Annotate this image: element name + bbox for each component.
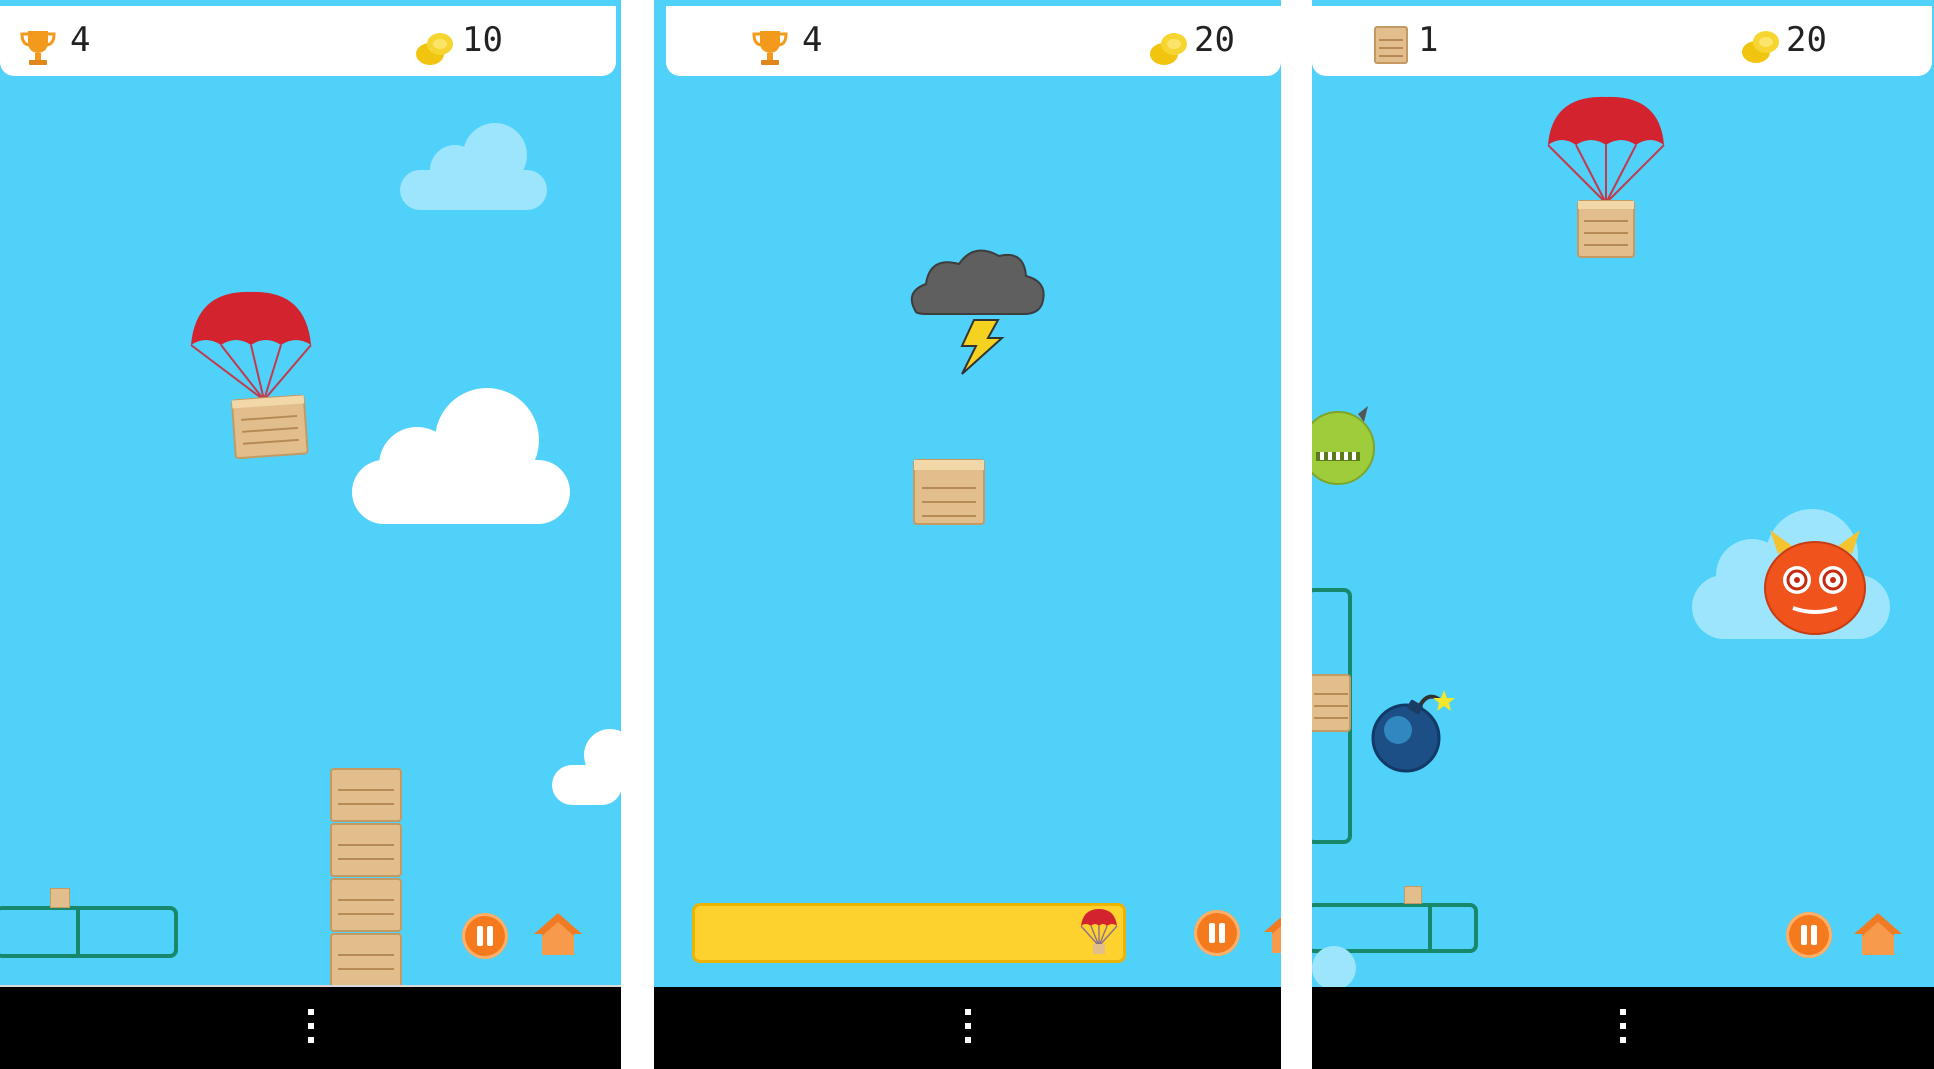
pause-button[interactable] [1194, 910, 1240, 956]
menu-icon[interactable] [1620, 1009, 1626, 1051]
menu-icon[interactable] [307, 1009, 314, 1051]
home-button[interactable] [1852, 910, 1904, 958]
pause-button[interactable] [1786, 912, 1832, 958]
parachute-crate [1547, 96, 1665, 258]
hud-bar: 1 20 [1312, 6, 1932, 76]
crate-count: 1 [1418, 20, 1439, 60]
game-screen-2: 4 20 [654, 0, 1281, 1069]
menu-icon[interactable] [964, 1009, 971, 1051]
system-navbar [0, 987, 621, 1069]
home-button[interactable] [532, 910, 584, 958]
tower-progress-frame [0, 906, 178, 958]
pause-button[interactable] [462, 913, 508, 959]
parachute-icon [1080, 909, 1118, 954]
trophy-icon [20, 31, 56, 65]
cloud [552, 729, 621, 805]
coin-count: 10 [462, 20, 503, 60]
power-meter [692, 903, 1126, 963]
coin-icon [1742, 31, 1779, 63]
hud-bar: 4 20 [666, 6, 1281, 76]
crate [1312, 674, 1351, 732]
trophy-count: 4 [802, 20, 823, 60]
crate-marker [1404, 886, 1422, 904]
system-navbar [1312, 987, 1934, 1069]
crate-stack [330, 768, 402, 990]
system-navbar [654, 987, 1281, 1069]
coin-icon [1150, 33, 1187, 65]
trophy-icon [752, 31, 788, 65]
bomb-icon [1371, 690, 1455, 773]
coin-icon [416, 33, 453, 65]
green-monster [1312, 406, 1375, 485]
storm-cloud-icon [910, 249, 1045, 375]
red-devil-monster [1764, 530, 1866, 635]
coin-count: 20 [1194, 20, 1235, 60]
cloud [400, 123, 547, 210]
cloud [352, 388, 570, 524]
cloud [1312, 946, 1356, 990]
parachute-crate [190, 291, 312, 460]
home-button[interactable] [1262, 908, 1281, 956]
crate-icon [1374, 26, 1408, 64]
game-screen-1: 4 10 [0, 0, 621, 1069]
coin-count: 20 [1786, 20, 1827, 60]
crate-marker [50, 888, 70, 908]
trophy-count: 4 [70, 20, 91, 60]
game-screen-3: 1 20 [1312, 0, 1934, 1069]
falling-crate [913, 459, 985, 525]
hud-bar: 4 10 [0, 6, 616, 76]
